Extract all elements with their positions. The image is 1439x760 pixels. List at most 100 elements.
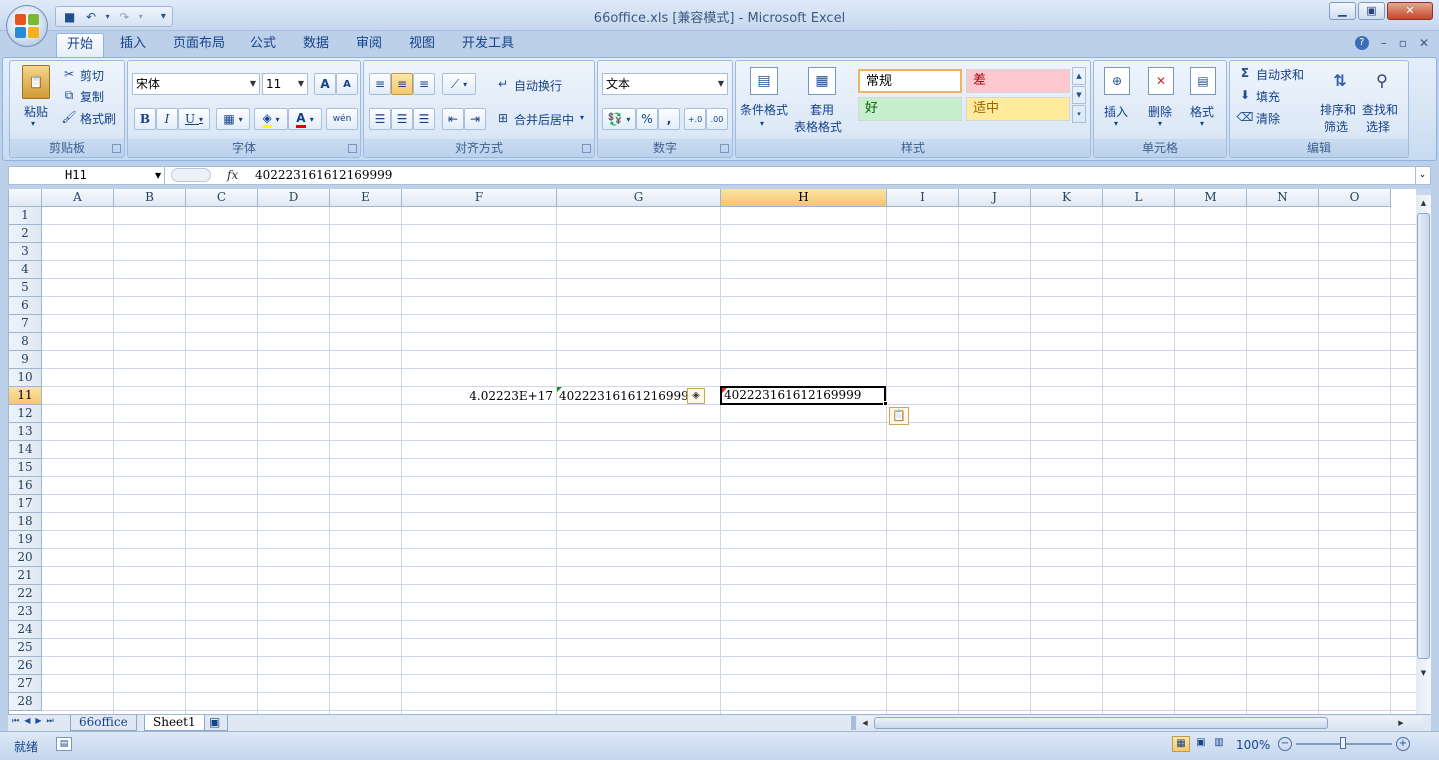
row-header-9[interactable]: 9 bbox=[9, 351, 42, 369]
copy-button[interactable]: 复制 bbox=[80, 88, 104, 105]
select-all-corner[interactable] bbox=[9, 189, 42, 207]
align-center-button[interactable]: ☰ bbox=[391, 108, 413, 130]
macro-record-icon[interactable]: ▤ bbox=[56, 737, 72, 751]
column-header-A[interactable]: A bbox=[42, 189, 114, 207]
close-icon[interactable]: ✕ bbox=[1387, 2, 1433, 20]
merge-center-button[interactable]: 合并后居中 bbox=[514, 111, 574, 128]
wrap-text-button[interactable]: 自动换行 bbox=[514, 77, 562, 94]
table-format-label-2[interactable]: 表格格式 bbox=[794, 118, 842, 135]
name-box-dropdown-icon[interactable]: ▼ bbox=[155, 167, 161, 184]
row-header-13[interactable]: 13 bbox=[9, 423, 42, 441]
fill-down-icon[interactable]: ⬇ bbox=[1238, 87, 1252, 103]
tab-view[interactable]: 视图 bbox=[399, 33, 445, 57]
align-middle-button[interactable]: ≡ bbox=[391, 73, 413, 95]
scroll-down-icon[interactable]: ▼ bbox=[1416, 665, 1431, 681]
chevron-down-icon[interactable]: ▾ bbox=[580, 113, 584, 122]
row-header-19[interactable]: 19 bbox=[9, 531, 42, 549]
tab-insert[interactable]: 插入 bbox=[110, 33, 156, 57]
name-box[interactable]: H11 bbox=[9, 167, 165, 184]
row-header-14[interactable]: 14 bbox=[9, 441, 42, 459]
comma-button[interactable]: , bbox=[658, 108, 680, 130]
horizontal-scroll-thumb[interactable] bbox=[874, 717, 1328, 729]
row-header-2[interactable]: 2 bbox=[9, 225, 42, 243]
row-header-20[interactable]: 20 bbox=[9, 549, 42, 567]
align-left-button[interactable]: ☰ bbox=[369, 108, 391, 130]
phonetic-button[interactable]: wén bbox=[326, 108, 358, 130]
row-header-7[interactable]: 7 bbox=[9, 315, 42, 333]
scroll-left-icon[interactable]: ◀ bbox=[858, 716, 872, 730]
zoom-in-icon[interactable]: + bbox=[1396, 737, 1410, 751]
increase-indent-button[interactable]: ⇥ bbox=[464, 108, 486, 130]
percent-button[interactable]: % bbox=[636, 108, 658, 130]
styles-scroll-down-icon[interactable]: ▼ bbox=[1072, 86, 1086, 104]
column-header-N[interactable]: N bbox=[1247, 189, 1319, 207]
row-header-18[interactable]: 18 bbox=[9, 513, 42, 531]
chevron-down-icon[interactable]: ▾ bbox=[1114, 119, 1118, 128]
row-header-3[interactable]: 3 bbox=[9, 243, 42, 261]
binoculars-icon[interactable]: ⚲ bbox=[1368, 65, 1396, 95]
worksheet-grid[interactable]: ABCDEFGHIJKLMNO 1 2 3 4 5 6 7 8 9 10 11 12 13 14 15 16 1… bbox=[8, 189, 1416, 714]
column-header-J[interactable]: J bbox=[959, 189, 1031, 207]
sheet-tab-sheet1[interactable]: Sheet1 bbox=[144, 715, 205, 731]
cut-button[interactable]: 剪切 bbox=[80, 67, 104, 84]
insert-sheet-icon[interactable]: ▣ bbox=[204, 715, 228, 731]
row-header-26[interactable]: 26 bbox=[9, 657, 42, 675]
row-header-8[interactable]: 8 bbox=[9, 333, 42, 351]
chevron-down-icon[interactable]: ▾ bbox=[760, 119, 764, 128]
increase-decimal-button[interactable]: +.0 bbox=[684, 108, 706, 130]
clipboard-launcher-icon[interactable] bbox=[112, 144, 121, 153]
row-header-23[interactable]: 23 bbox=[9, 603, 42, 621]
font-color-button[interactable]: A ▾ bbox=[288, 108, 322, 130]
formula-input[interactable]: 402223161612169999 bbox=[255, 168, 392, 182]
grow-font-button[interactable]: A bbox=[314, 73, 336, 95]
align-bottom-button[interactable]: ≡ bbox=[413, 73, 435, 95]
cell-H11[interactable]: 402223161612169999 bbox=[720, 386, 886, 405]
sort-label-1[interactable]: 排序和 bbox=[1320, 101, 1356, 118]
tab-data[interactable]: 数据 bbox=[293, 33, 339, 57]
underline-button[interactable]: U ▾ bbox=[178, 108, 210, 130]
chevron-down-icon[interactable]: ▾ bbox=[1200, 119, 1204, 128]
style-bad[interactable]: 差 bbox=[966, 69, 1070, 93]
styles-more-icon[interactable]: ▾ bbox=[1072, 105, 1086, 123]
column-header-D[interactable]: D bbox=[258, 189, 330, 207]
column-header-L[interactable]: L bbox=[1103, 189, 1175, 207]
fill-handle[interactable] bbox=[883, 401, 888, 406]
insert-cells-button[interactable]: 插入 bbox=[1104, 103, 1128, 120]
merge-center-icon[interactable]: ⊞ bbox=[496, 111, 510, 125]
paste-dropdown-icon[interactable]: ▾ bbox=[31, 119, 35, 128]
row-header-16[interactable]: 16 bbox=[9, 477, 42, 495]
sheet-tab-66office[interactable]: 66office bbox=[70, 715, 137, 731]
align-top-button[interactable]: ≡ bbox=[369, 73, 391, 95]
cell-F11[interactable]: 4.02223E+17 bbox=[402, 387, 553, 405]
column-header-E[interactable]: E bbox=[330, 189, 402, 207]
italic-button[interactable]: I bbox=[156, 108, 178, 130]
table-format-icon[interactable]: ▦ bbox=[808, 67, 836, 95]
error-warning-icon[interactable]: ◈ bbox=[687, 388, 705, 404]
tab-formulas[interactable]: 公式 bbox=[240, 33, 286, 57]
row-header-25[interactable]: 25 bbox=[9, 639, 42, 657]
help-icon[interactable]: ? bbox=[1354, 36, 1369, 50]
conditional-format-button[interactable]: 条件格式 bbox=[740, 101, 788, 118]
bold-button[interactable]: B bbox=[134, 108, 156, 130]
format-cells-button[interactable]: 格式 bbox=[1190, 103, 1214, 120]
accounting-format-button[interactable]: 💱 ▾ bbox=[602, 108, 636, 130]
scroll-right-icon[interactable]: ▶ bbox=[1394, 716, 1408, 730]
vertical-scroll-thumb[interactable] bbox=[1417, 213, 1430, 659]
format-painter-icon[interactable]: 🖌 bbox=[61, 110, 76, 124]
column-header-I[interactable]: I bbox=[887, 189, 959, 207]
fill-button[interactable]: 填充 bbox=[1256, 88, 1280, 105]
zoom-out-icon[interactable]: − bbox=[1278, 737, 1292, 751]
copy-icon[interactable]: ⧉ bbox=[62, 88, 76, 102]
view-ruler-icon[interactable] bbox=[1416, 685, 1431, 714]
row-header-4[interactable]: 4 bbox=[9, 261, 42, 279]
row-header-22[interactable]: 22 bbox=[9, 585, 42, 603]
font-name-combo[interactable]: 宋体 ▼ bbox=[132, 73, 260, 95]
page-layout-view-icon[interactable]: ▣ bbox=[1192, 736, 1210, 752]
row-header-6[interactable]: 6 bbox=[9, 297, 42, 315]
column-header-G[interactable]: G bbox=[557, 189, 721, 207]
style-good[interactable]: 好 bbox=[858, 97, 962, 121]
autosum-button[interactable]: 自动求和 bbox=[1256, 66, 1304, 83]
fill-color-button[interactable]: ◈ ▾ bbox=[254, 108, 288, 130]
zoom-level[interactable]: 100% bbox=[1236, 738, 1270, 752]
insert-cells-icon[interactable]: ⊕ bbox=[1104, 67, 1130, 95]
